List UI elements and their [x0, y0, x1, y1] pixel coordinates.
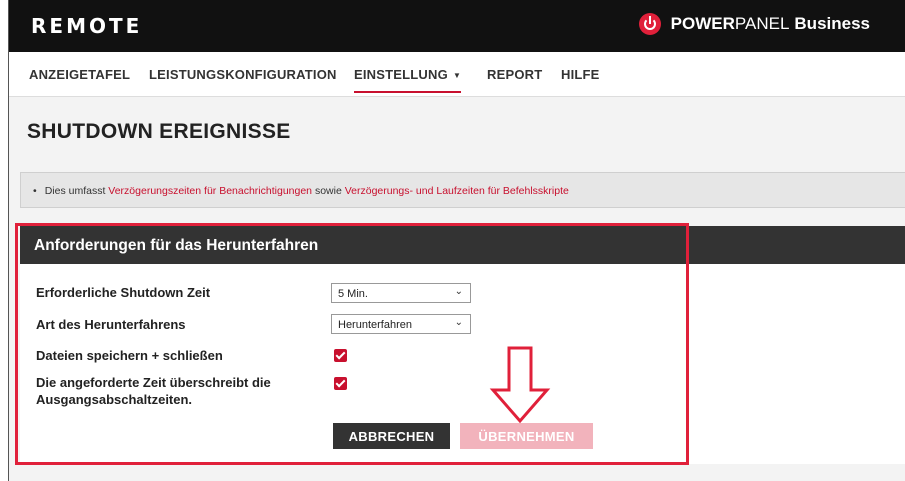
annotation-highlight-box [15, 223, 689, 465]
powerpanel-logo: POWERPANEL Business [638, 13, 870, 35]
annotation-arrow-down-icon [489, 346, 551, 424]
nav-item-einstellung[interactable]: EINSTELLUNG ▼ [354, 67, 462, 93]
nav-item-hilfe[interactable]: HILFE [561, 67, 600, 82]
top-bar: REMOTE POWERPANEL Business [9, 0, 905, 52]
info-bar: • Dies umfasst Verzögerungszeiten für Ben… [20, 172, 905, 208]
power-icon [638, 13, 661, 35]
page-title: SHUTDOWN EREIGNISSE [27, 120, 291, 143]
brand-title: REMOTE [31, 14, 143, 38]
nav-item-anzeigetafel[interactable]: ANZEIGETAFEL [29, 67, 130, 82]
notification-delay-link[interactable]: Verzögerungszeiten für Benachrichtigunge… [108, 185, 312, 197]
nav-item-leistungskonfiguration[interactable]: LEISTUNGSKONFIGURATION [149, 67, 337, 82]
chevron-down-icon: ▼ [452, 71, 462, 81]
nav-item-report[interactable]: REPORT [487, 67, 542, 82]
main-nav: ANZEIGETAFEL LEISTUNGSKONFIGURATION EINS… [9, 52, 905, 97]
script-delay-link[interactable]: Verzögerungs- und Laufzeiten für Befehls… [345, 185, 569, 197]
nav-item-einstellung-label: EINSTELLUNG [354, 67, 448, 82]
logo-text: POWERPANEL Business [670, 14, 870, 33]
page-bottom [9, 472, 905, 481]
bullet-icon: • [33, 185, 37, 197]
